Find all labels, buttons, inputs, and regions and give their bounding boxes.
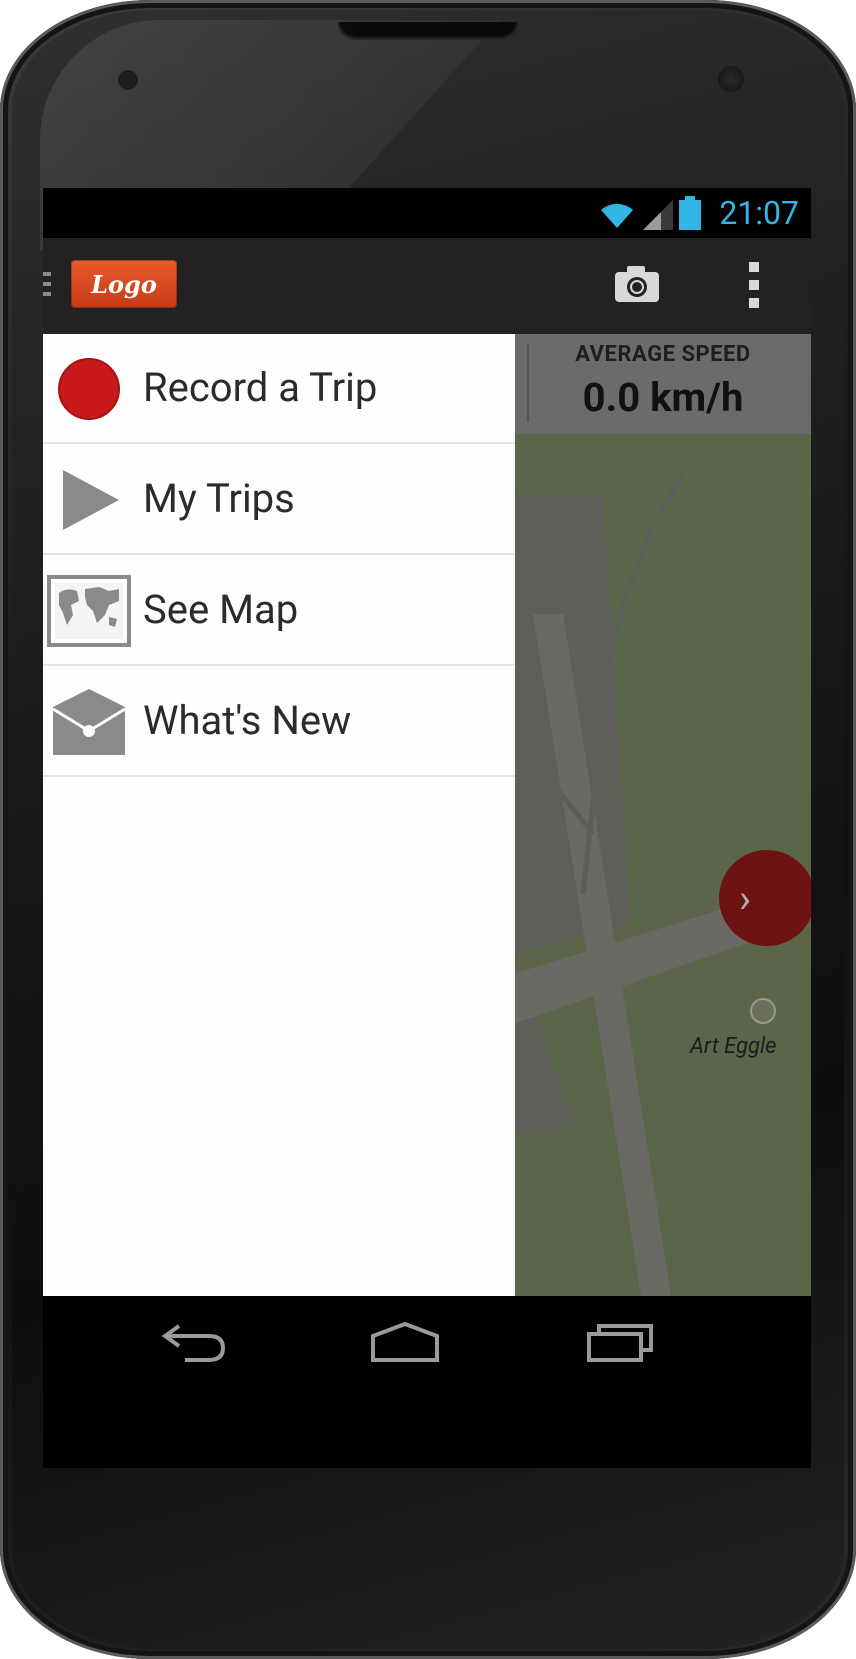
speed-value: 0.0 km/h [582,374,744,421]
speed-label: AVERAGE SPEED [575,342,751,367]
drawer-item-record-trip[interactable]: Record a Trip [43,334,515,444]
app-logo[interactable]: Logo [71,260,177,308]
map-poi-label: Art Eggle [690,1034,777,1059]
drawer-item-see-map[interactable]: See Map [43,556,515,666]
camera-icon[interactable] [613,264,661,304]
front-camera [718,66,744,92]
drawer-item-label: Record a Trip [143,364,378,411]
envelope-icon [47,685,131,759]
battery-icon [679,196,701,230]
main-content: Art Eggle AVERAGE SPEED 0.0 km/h › Recor… [43,334,811,1371]
home-icon[interactable] [369,1320,441,1364]
proximity-sensor [118,70,138,90]
system-navigation-bar [43,1296,811,1388]
play-icon [47,463,131,537]
navigation-drawer: Record a Trip My Trips See Map What's Ne… [43,334,515,1371]
drawer-item-label: What's New [143,697,352,744]
overflow-menu-icon[interactable] [749,262,761,308]
record-icon [47,352,131,426]
wifi-icon [601,203,633,228]
status-time: 21:07 [719,194,799,232]
drawer-item-my-trips[interactable]: My Trips [43,445,515,555]
earpiece-speaker [338,22,518,40]
recent-apps-icon[interactable] [585,1320,655,1364]
world-map-icon [47,574,131,648]
chevron-right-icon: › [739,874,752,922]
status-bar: 21:07 [43,188,811,238]
signal-icon [643,200,673,230]
drawer-indicator-icon[interactable] [43,272,51,302]
back-icon[interactable] [161,1320,227,1364]
device-screen: 21:07 Logo Art Eggle AVERAGE SPEED 0.0 k… [43,188,811,1468]
drawer-item-whats-new[interactable]: What's New [43,667,515,777]
average-speed-panel: AVERAGE SPEED 0.0 km/h [515,334,811,434]
status-icons [597,196,701,230]
drawer-item-label: See Map [143,586,299,633]
action-bar: Logo [43,238,811,334]
phone-frame: 21:07 Logo Art Eggle AVERAGE SPEED 0.0 k… [0,0,856,1659]
drawer-item-label: My Trips [143,475,295,522]
next-arrow-button[interactable]: › [719,850,811,946]
